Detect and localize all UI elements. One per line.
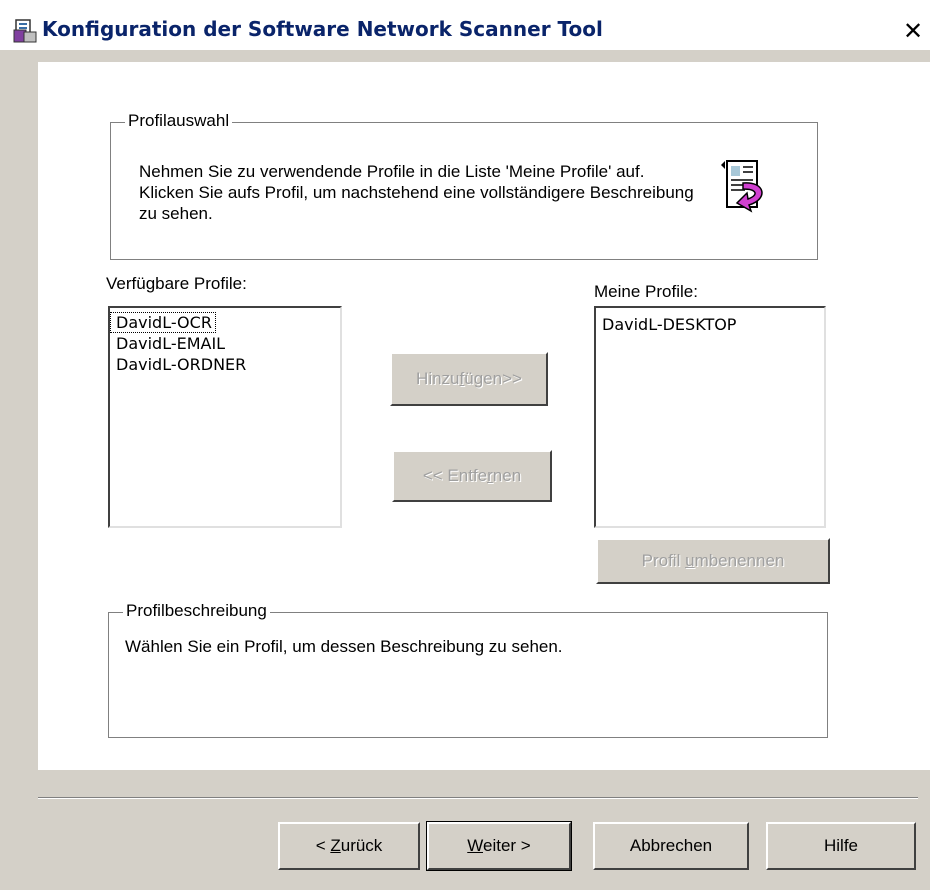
- add-profile-button[interactable]: Hinzufügen>>: [390, 352, 548, 406]
- rename-label-accel: u: [685, 551, 695, 570]
- title-bar: Konfiguration der Software Network Scann…: [0, 0, 930, 50]
- rename-profile-button[interactable]: Profil umbenennen: [596, 538, 830, 584]
- rename-label-pre: Profil: [641, 551, 686, 570]
- remove-label-pre: << Entfe: [422, 466, 488, 485]
- back-label-accel: Z: [330, 836, 341, 855]
- available-profiles-list[interactable]: DavidL-OCR DavidL-EMAIL DavidL-ORDNER: [108, 306, 342, 528]
- footer-separator: [38, 797, 918, 799]
- available-profiles-label: Verfügbare Profile:: [106, 274, 247, 293]
- wizard-panel: Profilauswahl Nehmen Sie zu verwendende …: [38, 62, 930, 770]
- next-button[interactable]: Weiter >: [426, 821, 572, 871]
- remove-label-post: nen: [492, 466, 522, 485]
- list-item[interactable]: DavidL-ORDNER: [110, 354, 340, 375]
- my-profiles-label: Meine Profile:: [594, 282, 698, 301]
- window-title: Konfiguration der Software Network Scann…: [42, 17, 603, 41]
- next-label-post: eiter >: [483, 836, 531, 855]
- add-label-post: ügen>>: [464, 369, 522, 388]
- profile-selection-info: Nehmen Sie zu verwendende Profile in die…: [139, 162, 694, 223]
- list-item[interactable]: DavidL-OCR: [110, 312, 216, 333]
- back-label-post: urück: [340, 836, 383, 855]
- profile-selection-legend: Profilauswahl: [125, 111, 233, 131]
- close-button[interactable]: ✕: [898, 18, 928, 46]
- app-icon: [13, 19, 37, 43]
- next-label-accel: W: [467, 836, 483, 855]
- list-item[interactable]: DavidL-DESKTOP: [596, 314, 824, 335]
- add-label-pre: Hinzu: [416, 369, 460, 388]
- profile-description-text: Wählen Sie ein Profil, um dessen Beschre…: [125, 637, 563, 656]
- remove-profile-button[interactable]: << Entfernen: [392, 450, 552, 502]
- help-button[interactable]: Hilfe: [766, 822, 916, 870]
- list-item[interactable]: DavidL-EMAIL: [110, 333, 340, 354]
- back-button[interactable]: < Zurück: [278, 822, 420, 870]
- profile-description-group: Profilbeschreibung Wählen Sie ein Profil…: [108, 601, 828, 738]
- profile-description-legend: Profilbeschreibung: [123, 601, 270, 621]
- my-profiles-list[interactable]: DavidL-DESKTOP: [594, 306, 826, 528]
- document-arrow-icon: [721, 160, 763, 213]
- back-label-pre: <: [315, 836, 331, 855]
- rename-label-post: mbenennen: [694, 551, 785, 570]
- profile-selection-group: Profilauswahl Nehmen Sie zu verwendende …: [110, 111, 818, 260]
- cancel-button[interactable]: Abbrechen: [593, 822, 749, 870]
